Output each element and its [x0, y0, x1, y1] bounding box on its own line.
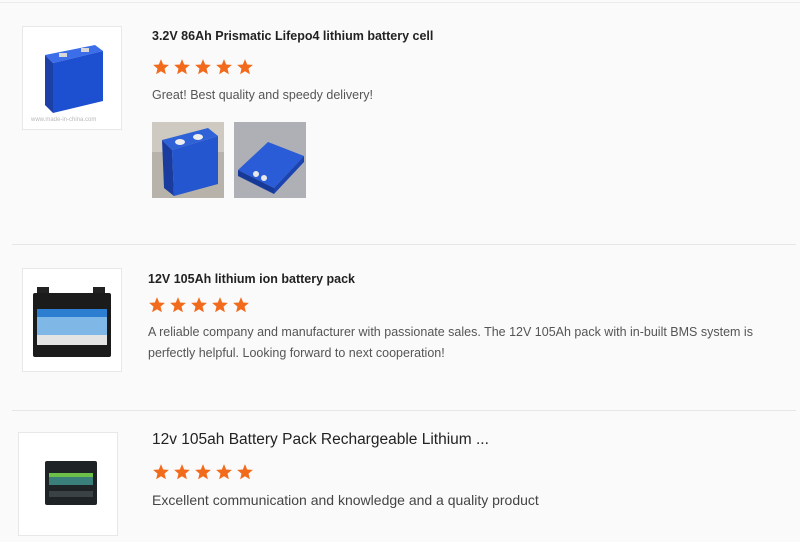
star-icon — [170, 297, 186, 313]
star-icon — [237, 464, 253, 480]
star-rating — [152, 463, 254, 481]
star-icon — [216, 59, 232, 75]
battery-photo-1 — [152, 122, 224, 198]
battery-pack-image — [33, 287, 111, 357]
star-icon — [149, 297, 165, 313]
star-icon — [216, 464, 232, 480]
top-divider — [0, 2, 800, 3]
star-icon — [153, 464, 169, 480]
star-icon — [212, 297, 228, 313]
product-title[interactable]: 12V 105Ah lithium ion battery pack — [148, 272, 355, 286]
review-comment: Excellent communication and knowledge an… — [152, 492, 539, 508]
star-rating — [148, 296, 250, 314]
product-thumbnail[interactable] — [18, 432, 118, 536]
star-icon — [195, 59, 211, 75]
battery-cell-image: www.made-in-china.com — [30, 45, 103, 123]
review-comment: A reliable company and manufacturer with… — [148, 325, 753, 360]
star-icon — [195, 464, 211, 480]
battery-photo-2 — [234, 122, 306, 198]
star-icon — [237, 59, 253, 75]
product-title[interactable]: 3.2V 86Ah Prismatic Lifepo4 lithium batt… — [152, 29, 433, 43]
star-icon — [233, 297, 249, 313]
star-icon — [174, 59, 190, 75]
star-icon — [174, 464, 190, 480]
review-comment: Great! Best quality and speedy delivery! — [152, 88, 373, 102]
product-title[interactable]: 12v 105ah Battery Pack Rechargeable Lith… — [152, 431, 489, 449]
review-photo[interactable] — [152, 122, 224, 198]
battery-pack-image — [45, 461, 97, 505]
star-icon — [191, 297, 207, 313]
thumb-watermark: www.made-in-china.com — [30, 117, 96, 123]
product-thumbnail[interactable]: www.made-in-china.com — [22, 26, 122, 130]
review-divider — [12, 244, 796, 245]
star-icon — [153, 59, 169, 75]
review-divider — [12, 410, 796, 411]
star-rating — [152, 58, 254, 76]
product-thumbnail[interactable] — [22, 268, 122, 372]
review-photo[interactable] — [234, 122, 306, 198]
